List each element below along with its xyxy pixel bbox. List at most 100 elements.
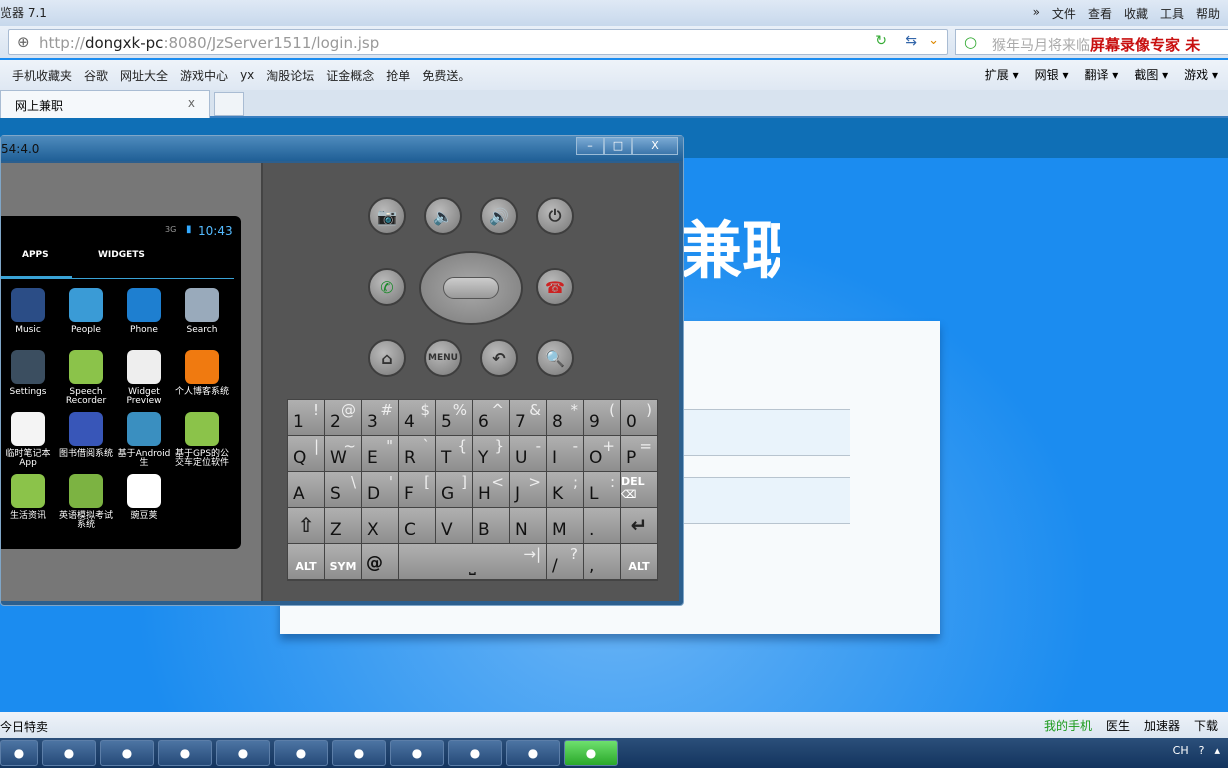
menu-item[interactable]: » <box>1033 5 1040 22</box>
app-icon[interactable]: Settings <box>0 350 57 412</box>
tray-item[interactable]: ▴ <box>1214 744 1220 757</box>
taskbar-app-button[interactable]: ● <box>332 740 386 766</box>
key[interactable]: Q | <box>288 436 324 471</box>
status-left[interactable]: 今日特卖 <box>0 718 48 735</box>
new-tab-button[interactable] <box>214 92 244 116</box>
volume-down-button[interactable]: 🔈 <box>424 197 462 235</box>
key[interactable]: C <box>399 508 435 543</box>
toolbar-item[interactable]: 翻译 ▾ <box>1084 66 1118 83</box>
volume-up-button[interactable]: 🔊 <box>480 197 518 235</box>
username-input[interactable] <box>680 409 850 456</box>
key[interactable]: N <box>510 508 546 543</box>
taskbar-app-button[interactable]: ● <box>564 740 618 766</box>
key[interactable]: /? <box>547 544 583 579</box>
device-screen[interactable]: 3G ▮ 10:43 APPS WIDGETS Music People Phone… <box>1 216 241 549</box>
key[interactable]: 2 @ <box>325 400 361 435</box>
key[interactable]: W ~ <box>325 436 361 471</box>
key[interactable]: 8 * <box>547 400 583 435</box>
tab-apps[interactable]: APPS <box>22 250 49 260</box>
app-icon[interactable]: Music <box>0 288 57 350</box>
close-button[interactable]: X <box>632 137 678 155</box>
status-item[interactable]: 我的手机 <box>1044 717 1092 734</box>
taskbar-app-button[interactable]: ● <box>274 740 328 766</box>
tray-item[interactable]: ? <box>1199 744 1205 757</box>
minimize-button[interactable]: – <box>576 137 604 155</box>
key[interactable]: H < <box>473 472 509 507</box>
app-icon[interactable]: 基于GPS的公交车定位软件 <box>173 412 231 474</box>
status-item[interactable]: 下载 <box>1194 717 1218 734</box>
taskbar-app-button[interactable]: ● <box>0 740 38 766</box>
password-input[interactable] <box>680 477 850 524</box>
key[interactable]: A <box>288 472 324 507</box>
key[interactable]: V <box>436 508 472 543</box>
app-icon[interactable]: Search <box>173 288 231 350</box>
taskbar-app-button[interactable]: ● <box>216 740 270 766</box>
key[interactable]: J > <box>510 472 546 507</box>
search-input[interactable]: ○ 猴年马月将来临屏幕录像专家 未 <box>955 29 1228 55</box>
back-forward-icon[interactable]: ⇆ <box>905 33 917 49</box>
menu-item[interactable]: 查看 <box>1088 5 1112 22</box>
taskbar-app-button[interactable]: ● <box>158 740 212 766</box>
app-icon[interactable]: 生活资讯 <box>0 474 57 536</box>
taskbar-app-button[interactable]: ● <box>42 740 96 766</box>
key[interactable]: K; <box>547 472 583 507</box>
power-button[interactable]: ⏻ <box>536 197 574 235</box>
key[interactable]: 5% <box>436 400 472 435</box>
app-icon[interactable]: Phone <box>115 288 173 350</box>
taskbar-app-button[interactable]: ● <box>506 740 560 766</box>
chevron-down-icon[interactable]: ⌄ <box>928 33 939 48</box>
key[interactable]: 9( <box>584 400 620 435</box>
app-icon[interactable]: 豌豆荚 <box>115 474 173 536</box>
app-icon[interactable]: 个人博客系统 <box>173 350 231 412</box>
menu-item[interactable]: 帮助 <box>1196 5 1220 22</box>
key[interactable]: , <box>584 544 620 579</box>
bookmark-item[interactable]: yx <box>240 68 254 82</box>
key[interactable]: T{ <box>436 436 472 471</box>
key[interactable]: ALT <box>288 544 324 579</box>
bookmark-item[interactable]: 游戏中心 <box>180 67 228 84</box>
status-item[interactable]: 加速器 <box>1144 717 1180 734</box>
key[interactable]: Z <box>325 508 361 543</box>
bookmark-item[interactable]: 免费送。 <box>422 67 470 84</box>
close-tab-icon[interactable]: x <box>188 96 195 110</box>
key[interactable]: ALT <box>621 544 657 579</box>
app-icon[interactable]: 英语模拟考试系统 <box>57 474 115 536</box>
bookmark-item[interactable]: 网址大全 <box>120 67 168 84</box>
key[interactable]: F[ <box>399 472 435 507</box>
key[interactable]: ↵ <box>621 508 657 543</box>
maximize-button[interactable]: □ <box>604 137 632 155</box>
emulator-title-bar[interactable]: 54:4.0 – □ X <box>1 136 683 161</box>
menu-item[interactable]: 工具 <box>1160 5 1184 22</box>
key[interactable]: D ' <box>362 472 398 507</box>
key[interactable]: 4 $ <box>399 400 435 435</box>
key[interactable]: 0) <box>621 400 657 435</box>
bookmark-item[interactable]: 证金概念 <box>326 67 374 84</box>
key[interactable]: E " <box>362 436 398 471</box>
bookmark-item[interactable]: 手机收藏夹 <box>12 67 72 84</box>
bookmark-item[interactable]: 抢单 <box>386 67 410 84</box>
app-icon[interactable]: People <box>57 288 115 350</box>
key[interactable]: 6 ^ <box>473 400 509 435</box>
key[interactable]: O + <box>584 436 620 471</box>
toolbar-item[interactable]: 网银 ▾ <box>1035 66 1069 83</box>
refresh-icon[interactable]: ↻ <box>875 33 887 49</box>
key[interactable]: S \ <box>325 472 361 507</box>
key[interactable]: 1! <box>288 400 324 435</box>
taskbar-app-button[interactable]: ● <box>390 740 444 766</box>
back-button[interactable]: ↶ <box>480 339 518 377</box>
tab-active[interactable]: 网上兼职 x <box>0 90 210 118</box>
toolbar-item[interactable]: 游戏 ▾ <box>1184 66 1218 83</box>
app-icon[interactable]: Speech Recorder <box>57 350 115 412</box>
status-item[interactable]: 医生 <box>1106 717 1130 734</box>
key[interactable]: SYM <box>325 544 361 579</box>
bookmark-item[interactable]: 谷歌 <box>84 67 108 84</box>
app-icon[interactable]: Widget Preview <box>115 350 173 412</box>
app-icon[interactable]: 基于Android生 <box>115 412 173 474</box>
menu-item[interactable]: 文件 <box>1052 5 1076 22</box>
key[interactable]: P = <box>621 436 657 471</box>
tray-item[interactable]: CH <box>1173 744 1189 757</box>
key[interactable]: DEL ⌫ <box>621 472 657 507</box>
taskbar-app-button[interactable]: ● <box>448 740 502 766</box>
dpad-center-button[interactable] <box>443 277 499 299</box>
key[interactable]: X <box>362 508 398 543</box>
